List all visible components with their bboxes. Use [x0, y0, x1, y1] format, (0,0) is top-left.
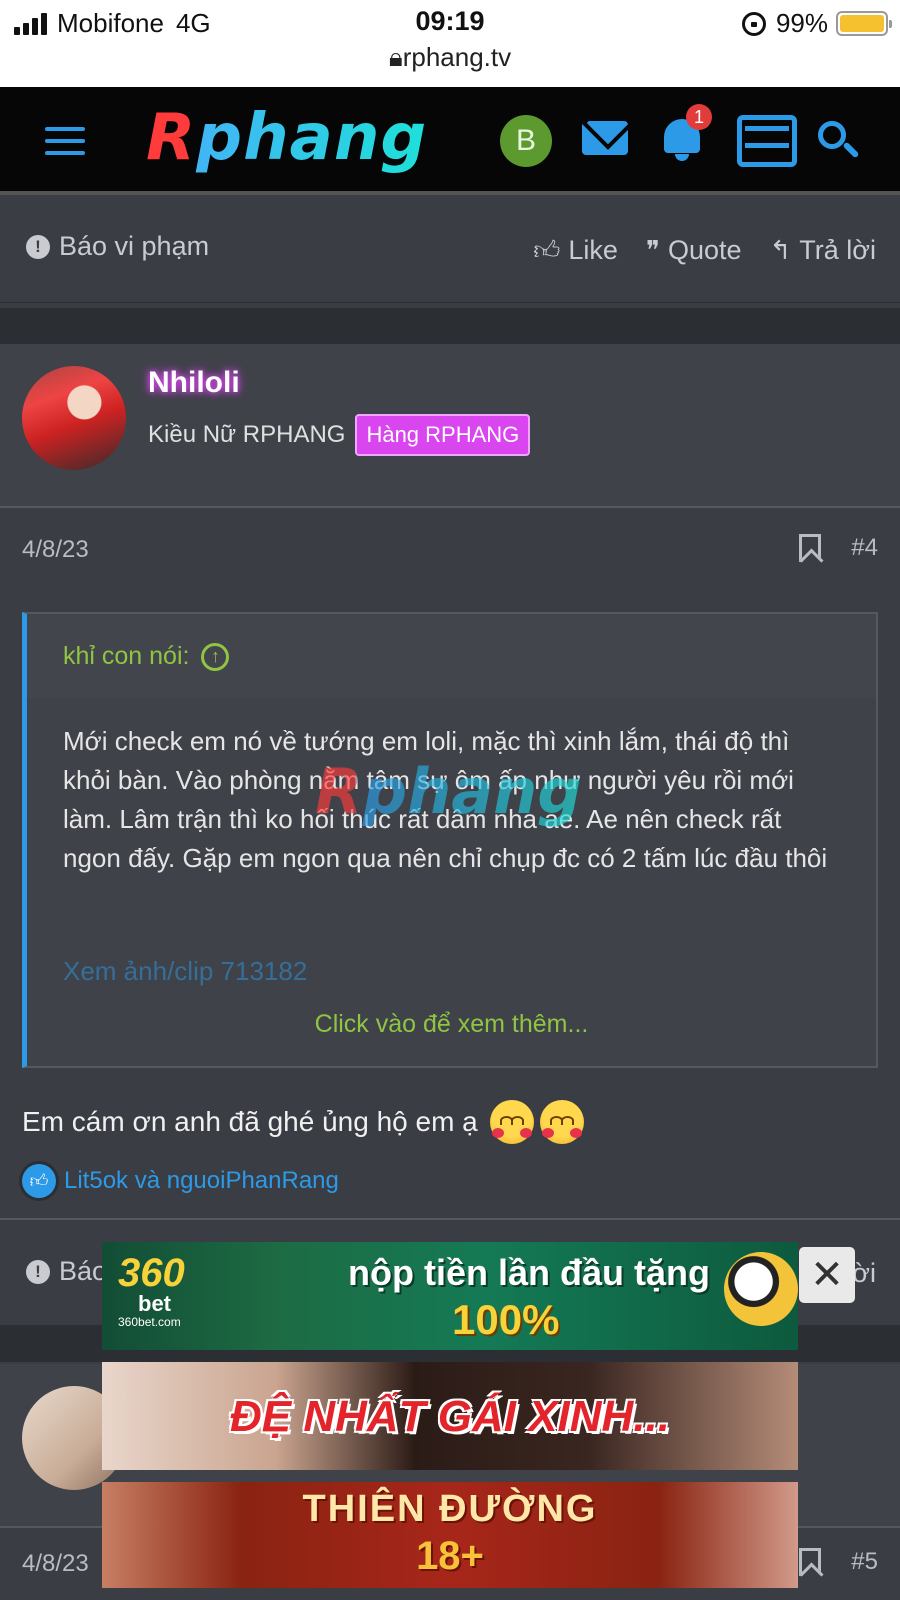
quote-author[interactable]: khỉ con nói: ↑: [63, 642, 230, 671]
ad-headline: ĐỆ NHẤT GÁI XINH...: [229, 1392, 671, 1441]
close-ads-button[interactable]: ✕: [799, 1247, 855, 1303]
reactions-row[interactable]: 👍︎ Lit5ok và nguoiPhanRang: [22, 1164, 339, 1198]
post-text: Em cám ơn anh đã ghé ủng hộ em ạ: [22, 1106, 478, 1137]
like-button[interactable]: 👍︎ Like: [533, 235, 618, 266]
next-post-number[interactable]: #5: [851, 1548, 878, 1576]
report-label: Báo vi phạm: [59, 231, 210, 261]
next-post-date[interactable]: 4/8/23: [22, 1550, 89, 1578]
user-badge: Hàng RPHANG: [355, 414, 531, 456]
360bet-logo: 360 bet 360bet.com: [118, 1251, 185, 1329]
post-author-card: Nhiloli Kiều Nữ RPHANG Hàng RPHANG: [0, 344, 900, 508]
quote-label: Quote: [667, 235, 742, 265]
username[interactable]: Nhiloli: [148, 366, 240, 400]
like-reaction-icon: 👍︎: [22, 1164, 56, 1198]
post-meta: 4/8/23 #4: [0, 508, 900, 592]
report-label-2: Báo: [59, 1256, 108, 1286]
bookmark-icon[interactable]: [799, 1548, 822, 1576]
ad-percent: 100%: [452, 1296, 560, 1343]
reply-label: Trả lời: [799, 235, 876, 265]
user-avatar[interactable]: [22, 366, 126, 470]
site-header: Rphang B: [0, 87, 900, 195]
quote-author-label: khỉ con nói:: [63, 642, 190, 670]
menu-icon[interactable]: [45, 127, 85, 155]
expand-quote-button[interactable]: Click vào để xem thêm...: [27, 1010, 876, 1039]
thumbs-up-icon: 👍︎: [533, 235, 561, 265]
search-icon[interactable]: [818, 121, 860, 161]
status-bar: Mobifone 4G 09:19 🔒︎rphang.tv 99%: [0, 0, 900, 87]
ad-banner-360bet[interactable]: 360 bet 360bet.com nộp tiền lần đầu tặng…: [102, 1242, 798, 1350]
divider: [0, 1218, 900, 1220]
ad-banner-gai-xinh[interactable]: ĐỆ NHẤT GÁI XINH...: [102, 1362, 798, 1470]
report-button-2[interactable]: ! Báo: [26, 1256, 107, 1287]
alert-icon: !: [26, 234, 50, 259]
alert-icon: !: [26, 1259, 50, 1284]
quote-block: khỉ con nói: ↑ Mới check em nó về tướng …: [22, 612, 878, 1068]
user-title: Kiều Nữ RPHANG: [148, 421, 346, 448]
quote-header: khỉ con nói: ↑: [27, 614, 876, 698]
reaction-users[interactable]: Lit5ok và nguoiPhanRang: [64, 1167, 339, 1195]
ad-banner-thien-duong[interactable]: THIÊN ĐƯỜNG 18+: [102, 1482, 798, 1588]
quote-button[interactable]: ❞ Quote: [646, 235, 742, 266]
arrow-up-circle-icon[interactable]: ↑: [201, 642, 230, 671]
battery-percent: 99%: [775, 8, 828, 38]
battery-icon: [836, 11, 892, 36]
smiling-hearts-emoji-icon: [539, 1100, 584, 1144]
post-action-bar: ! Báo vi phạm 👍︎ Like ❞ Quote ↰ Trả lời: [0, 199, 900, 303]
envelope-icon[interactable]: [582, 121, 628, 155]
rotation-lock-icon: [741, 11, 766, 36]
account-avatar[interactable]: B: [500, 115, 552, 167]
media-link[interactable]: Xem ảnh/clip 713182: [63, 956, 307, 987]
site-logo[interactable]: Rphang: [146, 101, 427, 175]
ad-headline: nộp tiền lần đầu tặng: [348, 1252, 710, 1293]
store-icon[interactable]: [737, 115, 797, 167]
watermark-logo: Rphang: [315, 755, 582, 828]
url-bar[interactable]: 🔒︎rphang.tv: [0, 42, 900, 74]
notification-badge: 1: [686, 104, 712, 130]
post-date[interactable]: 4/8/23: [22, 536, 89, 564]
smiling-hearts-emoji-icon: [489, 1100, 534, 1144]
quote-icon: ❞: [645, 235, 660, 265]
post-number[interactable]: #4: [851, 534, 878, 562]
reply-button[interactable]: ↰ Trả lời: [770, 235, 877, 266]
user-title-row: Kiều Nữ RPHANG Hàng RPHANG: [148, 414, 531, 456]
report-button[interactable]: ! Báo vi phạm: [26, 231, 209, 262]
post-body: Em cám ơn anh đã ghé ủng hộ em ạ: [22, 1100, 584, 1144]
url-text: rphang.tv: [402, 42, 512, 72]
ad-headline: THIÊN ĐƯỜNG: [302, 1488, 598, 1530]
ad-subline: 18+: [416, 1534, 484, 1578]
reply-arrow-icon: ↰: [769, 235, 792, 265]
soccer-ball-icon: [724, 1252, 798, 1326]
bookmark-icon[interactable]: [799, 534, 822, 562]
like-label: Like: [568, 235, 618, 265]
post-separator: [0, 308, 900, 344]
status-right: 99%: [741, 8, 892, 39]
